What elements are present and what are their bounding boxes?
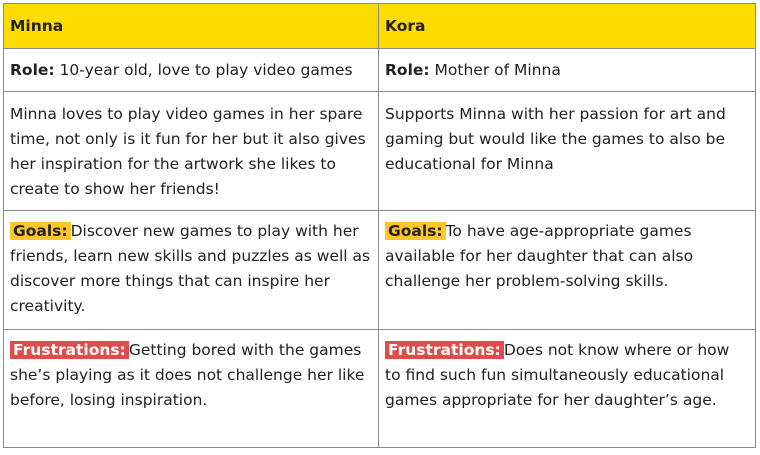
persona-name-minna: Minna <box>3 3 379 49</box>
goals-tag: Goals: <box>10 222 71 240</box>
description-minna: Minna loves to play video games in her s… <box>3 91 379 211</box>
role-text: Mother of Minna <box>429 61 561 79</box>
description-kora: Supports Minna with her passion for art … <box>378 91 756 211</box>
frustrations-tag: Frustrations: <box>385 341 504 359</box>
description-row: Minna loves to play video games in her s… <box>3 91 756 211</box>
goals-tag: Goals: <box>385 222 446 240</box>
goals-row: Goals: Discover new games to play with he… <box>3 210 756 330</box>
role-cell-kora: Role: Mother of Minna <box>378 48 756 92</box>
role-cell-minna: Role: 10-year old, love to play video ga… <box>3 48 379 92</box>
role-row: Role: 10-year old, love to play video ga… <box>3 48 756 92</box>
persona-table: Minna Kora Role: 10-year old, love to pl… <box>3 3 756 448</box>
frustrations-row: Frustrations: Getting bored with the game… <box>3 329 756 448</box>
frustrations-cell-minna: Frustrations: Getting bored with the game… <box>3 329 379 448</box>
role-label: Role: <box>10 61 55 79</box>
role-text: 10-year old, love to play video games <box>54 61 353 79</box>
header-row: Minna Kora <box>3 3 756 49</box>
role-label: Role: <box>385 61 430 79</box>
goals-cell-kora: Goals: To have age-appropriate games avai… <box>378 210 756 330</box>
frustrations-tag: Frustrations: <box>10 341 129 359</box>
goals-cell-minna: Goals: Discover new games to play with he… <box>3 210 379 330</box>
persona-name-kora: Kora <box>378 3 756 49</box>
frustrations-cell-kora: Frustrations: Does not know where or how … <box>378 329 756 448</box>
